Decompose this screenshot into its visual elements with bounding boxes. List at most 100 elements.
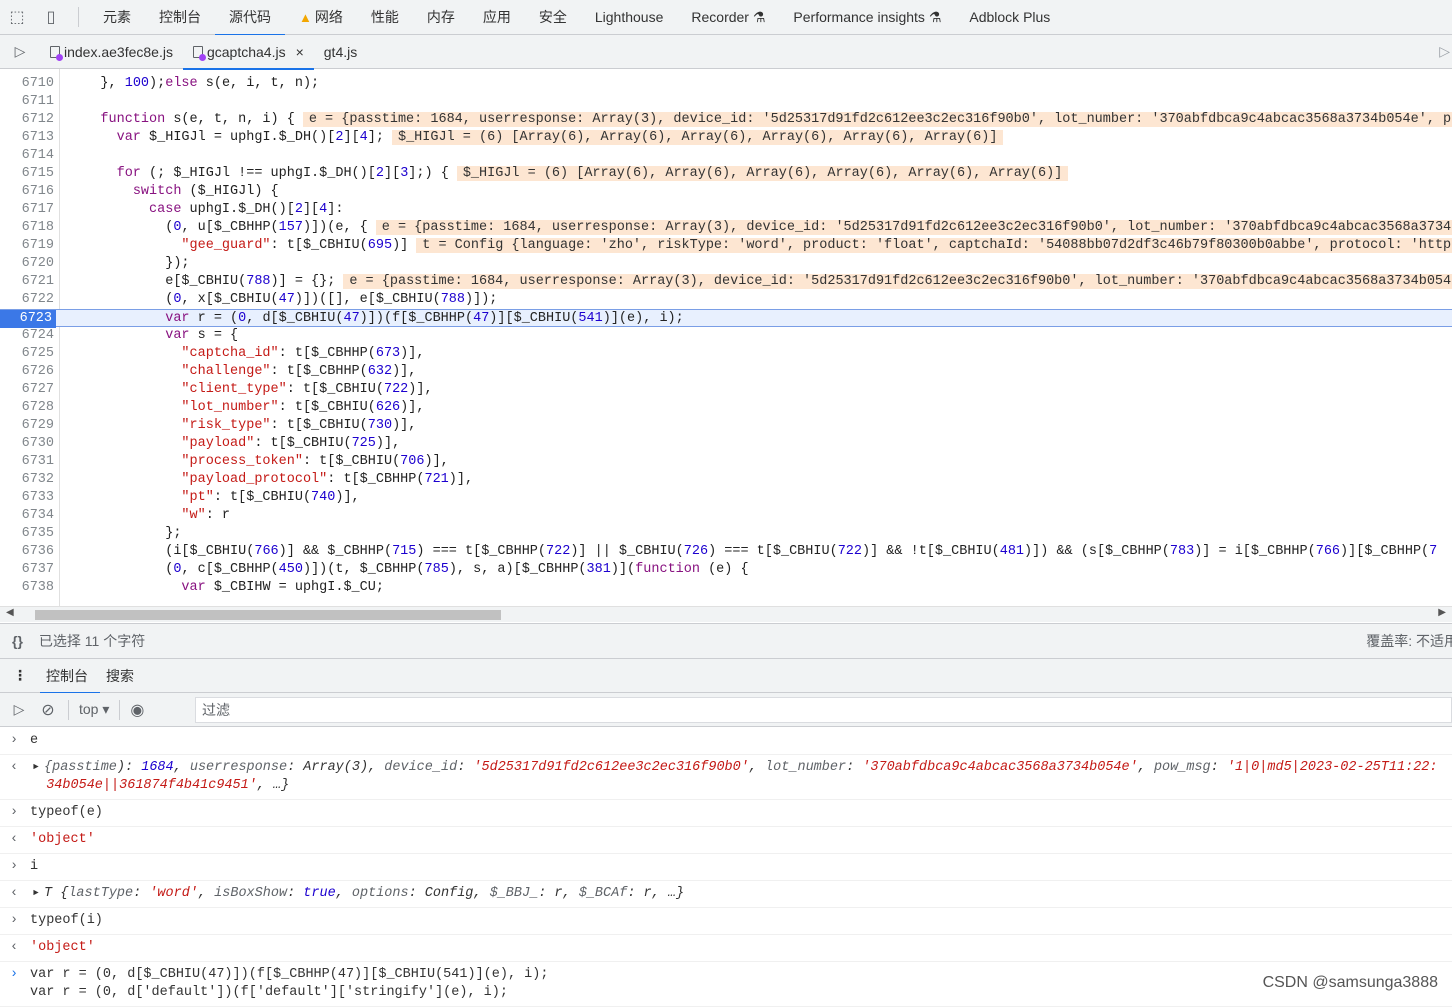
line-number[interactable]: 6737 [0, 561, 54, 579]
code-line[interactable]: 6712 function s(e, t, n, i) {e = {passti… [0, 111, 1452, 129]
live-expression-eye-icon[interactable]: ◉ [130, 700, 144, 720]
line-number[interactable]: 6735 [0, 525, 54, 543]
code-line[interactable]: 6733 "pt": t[$_CBHIU(740)], [0, 489, 1452, 507]
line-number[interactable]: 6723 [0, 310, 56, 328]
code-line[interactable]: 6711 [0, 93, 1452, 111]
inline-value: $_HIGJl = (6) [Array(6), Array(6), Array… [391, 130, 1004, 145]
line-number[interactable]: 6732 [0, 471, 54, 489]
code-line[interactable]: 6737 (0, c[$_CBHHP(450)])(t, $_CBHHP(785… [0, 561, 1452, 579]
line-number[interactable]: 6715 [0, 165, 54, 183]
line-number[interactable]: 6730 [0, 435, 54, 453]
line-number[interactable]: 6718 [0, 219, 54, 237]
line-number[interactable]: 6719 [0, 237, 54, 255]
code-line[interactable]: 6734 "w": r [0, 507, 1452, 525]
code-line[interactable]: 6728 "lot_number": t[$_CBHIU(626)], [0, 399, 1452, 417]
code-line[interactable]: 6710 }, 100);else s(e, i, t, n); [0, 75, 1452, 93]
line-number[interactable]: 6716 [0, 183, 54, 201]
code-line[interactable]: 6726 "challenge": t[$_CBHHP(632)], [0, 363, 1452, 381]
line-number[interactable]: 6738 [0, 579, 54, 597]
code-line[interactable]: 6735 }; [0, 525, 1452, 543]
tab-5[interactable]: 内存 [413, 0, 469, 35]
code-line[interactable]: 6721 e[$_CBHIU(788)] = {}; e = {passtime:… [0, 273, 1452, 291]
pretty-print-icon[interactable]: {} [12, 633, 23, 649]
tab-2[interactable]: 源代码 [215, 0, 285, 36]
current-breakpoint-line[interactable]: 6723 var r = (0, d[$_CBHIU(47)])(f[$_CBH… [0, 309, 1452, 328]
horizontal-scrollbar[interactable]: ◀ ▶ [0, 606, 1452, 622]
drawer-tab-0[interactable]: 控制台 [40, 659, 100, 694]
more-tools-icon[interactable]: ⋮ [0, 667, 40, 684]
line-number[interactable]: 6736 [0, 543, 54, 561]
tab-8[interactable]: Lighthouse [581, 0, 678, 35]
line-number[interactable]: 6724 [0, 327, 54, 345]
sidebar-toggle-icon[interactable]: ▷ [0, 701, 38, 718]
tab-3[interactable]: ▲ 网络 [285, 0, 357, 35]
code-line[interactable]: 6714 [0, 147, 1452, 165]
toggle-debugger-icon[interactable]: ▷ [1439, 43, 1450, 60]
code-line[interactable]: 6722 (0, x[$_CBHIU(47)])([], e[$_CBHIU(7… [0, 291, 1452, 309]
line-number[interactable]: 6721 [0, 273, 54, 291]
code-line[interactable]: 6730 "payload": t[$_CBHIU(725)], [0, 435, 1452, 453]
close-tab-icon[interactable]: × [296, 35, 304, 69]
code-line[interactable]: 6720 }); [0, 255, 1452, 273]
code-line[interactable]: 6716 switch ($_HIGJl) { [0, 183, 1452, 201]
device-toolbar-icon[interactable]: ▯ [34, 7, 68, 27]
file-tab[interactable]: gcaptcha4.js × [182, 35, 314, 70]
code-line[interactable]: 6725 "captcha_id": t[$_CBHHP(673)], [0, 345, 1452, 363]
code-line[interactable]: 6717 case uphgI.$_DH()[2][4]: [0, 201, 1452, 219]
line-number[interactable]: 6720 [0, 255, 54, 273]
tab-4[interactable]: 性能 [357, 0, 413, 35]
code-line[interactable]: 6715 for (; $_HIGJl !== uphgI.$_DH()[2][… [0, 165, 1452, 183]
line-number[interactable]: 6734 [0, 507, 54, 525]
line-number[interactable]: 6712 [0, 111, 54, 129]
line-number[interactable]: 6726 [0, 363, 54, 381]
tab-10[interactable]: Performance insights ⚗ [779, 0, 955, 35]
drawer-tab-1[interactable]: 搜索 [100, 659, 146, 693]
object-preview[interactable]: T {lastType: 'word', isBoxShow: true, op… [30, 886, 684, 901]
expand-triangle-icon[interactable]: ▸ [32, 759, 40, 777]
line-number[interactable]: 6731 [0, 453, 54, 471]
code-line[interactable]: 6724 var s = { [0, 327, 1452, 345]
line-number[interactable]: 6728 [0, 399, 54, 417]
inspect-element-icon[interactable]: ⬚ [0, 7, 34, 27]
tab-9[interactable]: Recorder ⚗ [677, 0, 779, 35]
code-line[interactable]: 6738 var $_CBIHW = uphgI.$_CU; [0, 579, 1452, 597]
line-number[interactable]: 6714 [0, 147, 54, 165]
editor-status-bar: {} 已选择 11 个字符 覆盖率: 不适用 [0, 623, 1452, 659]
scroll-left-icon[interactable]: ◀ [6, 607, 14, 618]
line-number[interactable]: 6722 [0, 291, 54, 309]
line-number[interactable]: 6727 [0, 381, 54, 399]
file-tab[interactable]: index.ae3fec8e.js [40, 35, 183, 69]
tab-0[interactable]: 元素 [89, 0, 145, 35]
code-line[interactable]: 6713 var $_HIGJl = uphgI.$_DH()[2][4]; $_… [0, 129, 1452, 147]
code-line[interactable]: 6736 (i[$_CBHIU(766)] && $_CBHHP(715) ==… [0, 543, 1452, 561]
line-number[interactable]: 6710 [0, 75, 54, 93]
tab-6[interactable]: 应用 [469, 0, 525, 35]
code-line[interactable]: 6729 "risk_type": t[$_CBHIU(730)], [0, 417, 1452, 435]
scroll-right-icon[interactable]: ▶ [1438, 607, 1446, 618]
expand-triangle-icon[interactable]: ▸ [32, 885, 40, 903]
line-number[interactable]: 6713 [0, 129, 54, 147]
tab-7[interactable]: 安全 [525, 0, 581, 35]
code-line[interactable]: 6732 "payload_protocol": t[$_CBHHP(721)]… [0, 471, 1452, 489]
code-line[interactable]: 6719 "gee_guard": t[$_CBHIU(695)] t = Con… [0, 237, 1452, 255]
line-number[interactable]: 6717 [0, 201, 54, 219]
clear-console-icon[interactable]: ⊘ [38, 700, 58, 720]
console-filter-input[interactable]: 过滤 [195, 697, 1452, 723]
line-number[interactable]: 6733 [0, 489, 54, 507]
selection-status: 已选择 11 个字符 [38, 633, 146, 649]
context-selector[interactable]: top ▾ [79, 701, 109, 718]
tab-11[interactable]: Adblock Plus [955, 0, 1064, 35]
file-tab[interactable]: gt4.js [314, 35, 367, 69]
tab-1[interactable]: 控制台 [145, 0, 215, 35]
code-editor[interactable]: 6710 }, 100);else s(e, i, t, n); 6711 6712… [0, 69, 1452, 606]
code-line[interactable]: 6731 "process_token": t[$_CBHIU(706)], [0, 453, 1452, 471]
code-line[interactable]: 6727 "client_type": t[$_CBHIU(722)], [0, 381, 1452, 399]
console-result: ‹ 'object' [0, 827, 1452, 854]
scrollbar-thumb[interactable] [35, 610, 501, 620]
object-preview[interactable]: {passtime): 1684, userresponse: Array(3)… [30, 760, 1438, 793]
line-number[interactable]: 6711 [0, 93, 54, 111]
line-number[interactable]: 6725 [0, 345, 54, 363]
toggle-navigator-icon[interactable]: ▷ [0, 43, 40, 60]
code-line[interactable]: 6718 (0, u[$_CBHHP(157)])(e, {e = {passt… [0, 219, 1452, 237]
line-number[interactable]: 6729 [0, 417, 54, 435]
